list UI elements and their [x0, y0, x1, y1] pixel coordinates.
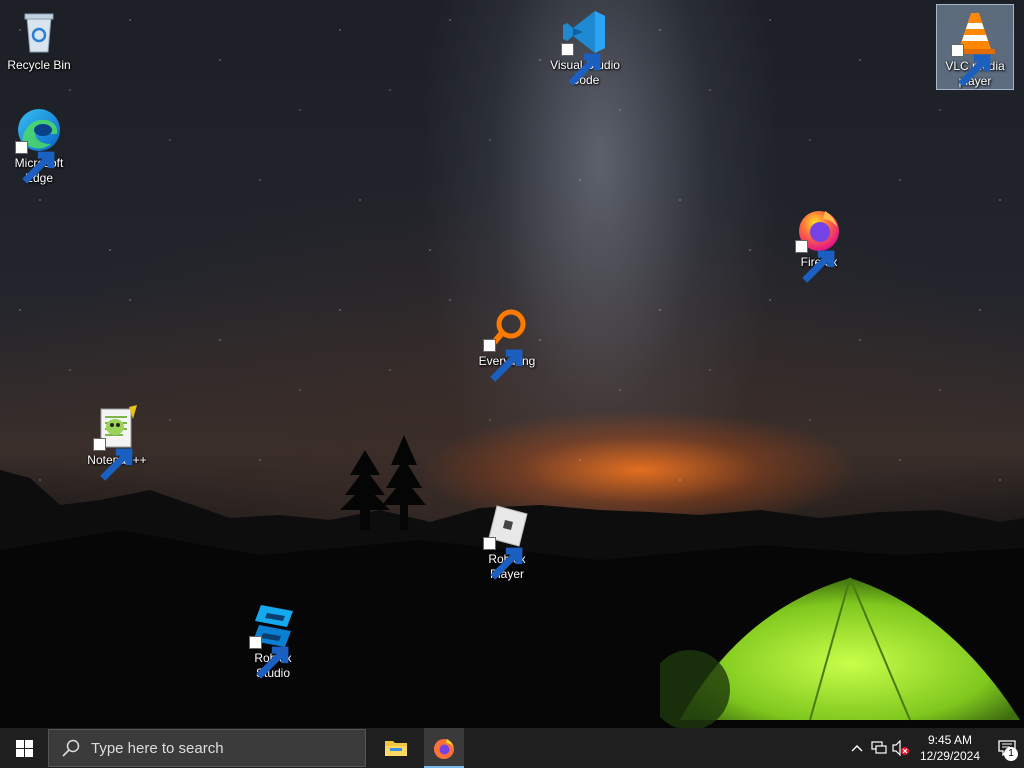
desktop-icon-everything[interactable]: Everything: [469, 300, 545, 382]
search-placeholder: Type here to search: [91, 739, 224, 757]
windows-logo-icon: [15, 739, 33, 757]
shortcut-arrow-icon: [483, 537, 523, 580]
desktop-icon-microsoft-edge[interactable]: Microsoft Edge: [1, 102, 77, 186]
vscode-icon: [561, 8, 609, 86]
shortcut-arrow-icon: [483, 339, 523, 382]
shortcut-arrow-icon: [93, 438, 133, 481]
clock-time: 9:45 AM: [927, 733, 972, 747]
desktop[interactable]: Recycle Bin Microsoft Edge Visual Studio…: [0, 0, 1024, 728]
taskbar: Type here to search 9:45 AM 12/29/2024 1: [0, 728, 1024, 768]
taskbar-firefox[interactable]: [424, 728, 464, 768]
taskbar-file-explorer[interactable]: [376, 728, 416, 768]
folder-icon: [385, 741, 407, 756]
recycle-bin-icon: [15, 8, 63, 56]
desktop-icon-recycle-bin[interactable]: Recycle Bin: [1, 4, 77, 73]
firefox-icon: [795, 205, 843, 283]
notification-count-badge: 1: [1004, 747, 1018, 761]
firefox-icon: [434, 739, 454, 759]
roblox-player-icon: [483, 502, 531, 580]
network-icon[interactable]: [868, 728, 890, 768]
desktop-icon-roblox-studio[interactable]: Roblox Studio: [235, 597, 311, 681]
desktop-icon-visual-studio-code[interactable]: Visual Studio Code: [547, 4, 623, 88]
shortcut-arrow-icon: [249, 636, 289, 679]
shortcut-arrow-icon: [561, 43, 601, 86]
shortcut-arrow-icon: [951, 44, 991, 87]
start-button[interactable]: [0, 728, 48, 768]
action-center-button[interactable]: 1: [990, 728, 1024, 768]
clock-date: 12/29/2024: [919, 749, 980, 763]
roblox-studio-icon: [249, 601, 297, 679]
desktop-icon-vlc-media-player[interactable]: VLC media player: [936, 4, 1014, 90]
vlc-icon: [951, 9, 999, 87]
shortcut-arrow-icon: [15, 141, 55, 184]
edge-icon: [15, 106, 63, 184]
pine-trees: [340, 435, 426, 530]
glowing-tent: [660, 577, 1020, 728]
taskbar-search-box[interactable]: Type here to search: [48, 729, 366, 767]
desktop-icon-roblox-player[interactable]: Roblox Player: [469, 498, 545, 582]
volume-muted-icon[interactable]: [890, 728, 912, 768]
system-tray: 9:45 AM 12/29/2024 1: [846, 728, 1024, 768]
search-icon: [62, 739, 80, 757]
taskbar-clock[interactable]: 9:45 AM 12/29/2024: [912, 732, 990, 764]
everything-search-icon: [483, 304, 531, 382]
shortcut-arrow-icon: [795, 240, 835, 283]
notepad-plus-plus-icon: [93, 403, 141, 481]
chevron-up-icon[interactable]: [846, 728, 868, 768]
icon-label: Recycle Bin: [7, 58, 71, 72]
desktop-icon-notepad-plus-plus[interactable]: Notepad++: [79, 399, 155, 481]
desktop-icon-firefox[interactable]: Firefox: [781, 201, 857, 283]
